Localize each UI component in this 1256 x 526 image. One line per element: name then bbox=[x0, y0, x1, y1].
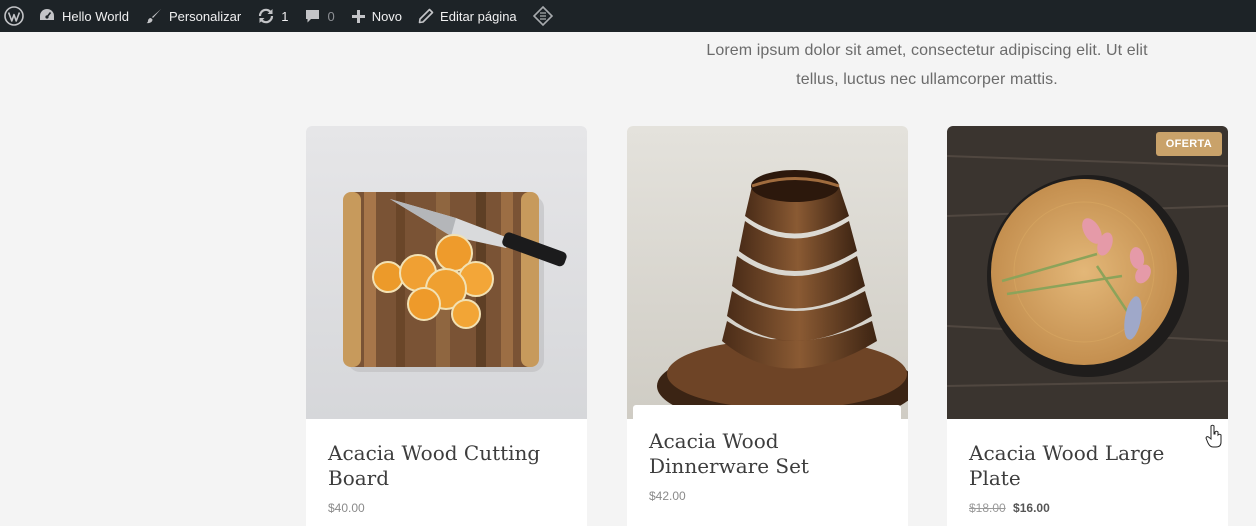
new-label: Novo bbox=[371, 8, 403, 24]
product-price: $18.00 $16.00 bbox=[969, 501, 1206, 515]
product-price: $40.00 bbox=[328, 501, 565, 515]
product-title[interactable]: Acacia Wood Dinnerware Set bbox=[649, 429, 885, 479]
site-name-label: Hello World bbox=[62, 8, 129, 24]
product-card[interactable]: Acacia Wood Cutting Board $40.00 bbox=[306, 126, 587, 526]
new-content-menu[interactable]: Novo bbox=[343, 0, 410, 32]
customize-link[interactable]: Personalizar bbox=[137, 0, 249, 32]
comments-count: 0 bbox=[327, 8, 335, 24]
hand-pointer-cursor-icon bbox=[1205, 424, 1222, 448]
customize-label: Personalizar bbox=[168, 8, 242, 24]
site-name-menu[interactable]: Hello World bbox=[30, 0, 137, 32]
intro-paragraph: Lorem ipsum dolor sit amet, consectetur … bbox=[626, 36, 1228, 94]
comment-bubble-icon bbox=[306, 9, 320, 22]
product-price: $42.00 bbox=[649, 489, 885, 503]
refresh-icon bbox=[259, 8, 274, 24]
diamond-logo-icon bbox=[532, 6, 553, 26]
current-price: $42.00 bbox=[649, 489, 686, 503]
comments-link[interactable]: 0 bbox=[296, 0, 342, 32]
plus-icon bbox=[351, 9, 365, 23]
admin-bar: Hello World Personalizar 1 0 Novo Editar… bbox=[0, 0, 1256, 32]
product-image-large-plate[interactable] bbox=[947, 126, 1228, 419]
original-price: $18.00 bbox=[969, 501, 1006, 515]
product-info: Acacia Wood Cutting Board $40.00 bbox=[306, 419, 587, 526]
product-info: Acacia Wood Dinnerware Set $42.00 bbox=[633, 405, 901, 525]
intro-line-1: Lorem ipsum dolor sit amet, consectetur … bbox=[706, 42, 1148, 59]
wordpress-logo-menu[interactable] bbox=[0, 0, 30, 32]
sale-badge: OFERTA bbox=[1155, 132, 1222, 156]
elementor-menu[interactable] bbox=[525, 0, 561, 32]
updates-link[interactable]: 1 bbox=[249, 0, 296, 32]
pencil-icon bbox=[418, 8, 434, 24]
edit-page-label: Editar página bbox=[440, 8, 517, 24]
current-price: $40.00 bbox=[328, 501, 365, 515]
product-card[interactable]: OFERTA Acacia Wood Large Plate $18.00 $1… bbox=[947, 126, 1228, 526]
brush-icon bbox=[146, 9, 161, 24]
product-title[interactable]: Acacia Wood Large Plate bbox=[969, 441, 1206, 491]
updates-count: 1 bbox=[281, 8, 289, 24]
product-title[interactable]: Acacia Wood Cutting Board bbox=[328, 441, 565, 491]
sale-price: $16.00 bbox=[1013, 501, 1050, 515]
product-info: Acacia Wood Large Plate $18.00 $16.00 bbox=[947, 419, 1228, 526]
wordpress-icon bbox=[4, 6, 24, 26]
intro-line-2: tellus, luctus nec ullamcorper mattis. bbox=[796, 71, 1058, 88]
dashboard-icon bbox=[40, 9, 54, 20]
product-image-cutting-board[interactable] bbox=[306, 126, 587, 419]
product-image-dinnerware-set[interactable] bbox=[627, 126, 908, 419]
product-card[interactable]: Acacia Wood Dinnerware Set $42.00 bbox=[627, 126, 908, 526]
edit-page-link[interactable]: Editar página bbox=[410, 0, 525, 32]
